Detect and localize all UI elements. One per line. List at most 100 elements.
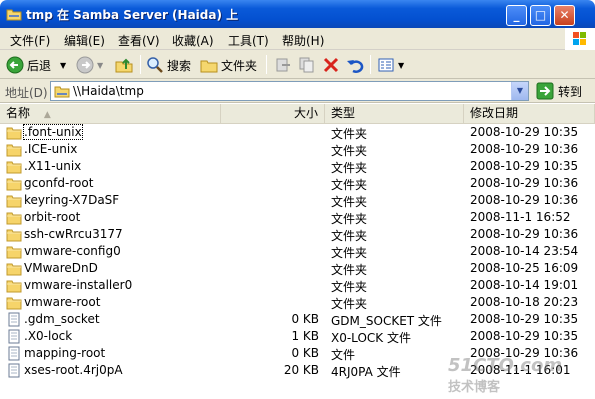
forward-arrow-icon (76, 56, 94, 74)
up-folder-button[interactable] (114, 54, 134, 76)
file-type: 文件夹 (331, 161, 368, 175)
file-row[interactable]: .ICE-unix 文件夹 2008-10-29 10:36 (0, 141, 595, 158)
file-size: 20 KB (283, 363, 319, 377)
file-modified: 2008-10-29 10:36 (470, 176, 579, 190)
file-row[interactable]: VMwareDnD 文件夹 2008-10-25 16:09 (0, 260, 595, 277)
search-button[interactable]: 搜索 (146, 54, 191, 76)
copy-to-button[interactable] (298, 54, 316, 76)
views-button[interactable]: ▼ (377, 54, 404, 76)
go-button[interactable]: 转到 (536, 82, 582, 100)
file-name: orbit-root (24, 210, 81, 224)
file-modified: 2008-10-14 23:54 (470, 244, 579, 258)
folder-icon (6, 159, 22, 174)
title-bar[interactable]: tmp 在 Samba Server (Haida) 上 _ □ ✕ (0, 0, 595, 28)
file-row[interactable]: gconfd-root 文件夹 2008-10-29 10:36 (0, 175, 595, 192)
file-row[interactable]: .gdm_socket 0 KB GDM_SOCKET 文件 2008-10-29 1… (0, 311, 595, 328)
folders-label: 文件夹 (221, 58, 258, 73)
toolbar-separator (266, 55, 267, 74)
copy-to-icon (299, 57, 314, 73)
column-header-size[interactable]: 大小 (221, 104, 325, 123)
folder-icon (6, 278, 22, 293)
file-row[interactable]: orbit-root 文件夹 2008-11-1 16:52 (0, 209, 595, 226)
file-type: 4RJ0PA 文件 (331, 365, 401, 379)
file-modified: 2008-10-29 10:35 (470, 125, 579, 139)
network-folder-icon (54, 86, 70, 98)
file-modified: 2008-10-29 10:35 (470, 329, 579, 343)
sort-ascending-icon: ▲ (43, 110, 51, 120)
menu-edit[interactable]: 编辑(E) (64, 32, 105, 49)
delete-x-icon (323, 57, 339, 73)
file-modified: 2008-10-25 16:09 (470, 261, 579, 275)
network-folder-icon (6, 9, 22, 21)
menu-bar: 文件(F) 编辑(E) 查看(V) 收藏(A) 工具(T) 帮助(H) (0, 28, 595, 50)
file-icon (6, 329, 22, 344)
file-row[interactable]: ssh-cwRrcu3177 文件夹 2008-10-29 10:36 (0, 226, 595, 243)
file-type: 文件 (331, 348, 356, 362)
file-type: 文件夹 (331, 212, 368, 226)
address-input[interactable]: \\Haida\tmp ▼ (50, 81, 529, 101)
window-title: tmp 在 Samba Server (Haida) 上 (26, 8, 239, 22)
file-name: .ICE-unix (24, 142, 78, 156)
address-bar: 地址(D) \\Haida\tmp ▼ 转到 (0, 79, 595, 103)
minimize-button[interactable]: _ (506, 5, 527, 26)
watermark: 51CTO.com 技术博客 (448, 355, 562, 395)
column-header-type[interactable]: 类型 (325, 104, 464, 123)
file-row[interactable]: vmware-root 文件夹 2008-10-18 20:23 (0, 294, 595, 311)
column-header-modified[interactable]: 修改日期 (464, 104, 595, 123)
file-type: 文件夹 (331, 195, 368, 209)
file-row[interactable]: vmware-installer0 文件夹 2008-10-14 19:01 (0, 277, 595, 294)
file-modified: 2008-10-29 10:36 (470, 227, 579, 241)
file-icon (6, 312, 22, 327)
views-dropdown-icon[interactable]: ▼ (398, 61, 404, 70)
close-button[interactable]: ✕ (554, 5, 575, 26)
maximize-button[interactable]: □ (530, 5, 551, 26)
file-name: ssh-cwRrcu3177 (24, 227, 123, 241)
folder-icon (6, 244, 22, 259)
undo-button[interactable] (346, 54, 364, 76)
folder-icon (6, 295, 22, 310)
file-name: xses-root.4rj0pA (24, 363, 123, 377)
toolbar-separator (370, 55, 371, 74)
watermark-line1: 51CTO.com (448, 355, 563, 376)
file-type: 文件夹 (331, 280, 368, 294)
back-button[interactable]: 后退 ▼ (6, 54, 66, 76)
file-row[interactable]: .X11-unix 文件夹 2008-10-29 10:35 (0, 158, 595, 175)
menu-favorites[interactable]: 收藏(A) (172, 32, 214, 49)
folder-icon (6, 142, 22, 157)
folders-button[interactable]: 文件夹 (200, 54, 257, 76)
menu-file[interactable]: 文件(F) (10, 32, 50, 49)
file-name: vmware-config0 (24, 244, 121, 258)
file-type: 文件夹 (331, 127, 368, 141)
folder-icon (6, 227, 22, 242)
forward-dropdown-icon[interactable]: ▼ (97, 61, 103, 70)
file-row[interactable]: .font-unix 文件夹 2008-10-29 10:35 (0, 124, 595, 141)
folder-icon (6, 193, 22, 208)
file-modified: 2008-11-1 16:52 (470, 210, 571, 224)
search-label: 搜索 (167, 58, 192, 73)
back-dropdown-icon[interactable]: ▼ (60, 61, 66, 70)
file-modified: 2008-10-29 10:35 (470, 159, 579, 173)
delete-button[interactable] (322, 54, 340, 76)
column-header-name[interactable]: 名称 ▲ (0, 104, 221, 123)
views-icon (378, 58, 394, 72)
file-row[interactable]: .X0-lock 1 KB X0-LOCK 文件 2008-10-29 10:35 (0, 328, 595, 345)
menu-tools[interactable]: 工具(T) (228, 32, 269, 49)
file-row[interactable]: vmware-config0 文件夹 2008-10-14 23:54 (0, 243, 595, 260)
file-modified: 2008-10-14 19:01 (470, 278, 579, 292)
address-dropdown-icon[interactable]: ▼ (511, 82, 528, 100)
menu-view[interactable]: 查看(V) (118, 32, 160, 49)
back-arrow-icon (6, 56, 24, 74)
forward-button[interactable]: ▼ (76, 54, 103, 76)
file-type: 文件夹 (331, 246, 368, 260)
file-icon (6, 363, 22, 378)
menu-help[interactable]: 帮助(H) (282, 32, 324, 49)
folder-icon (6, 261, 22, 276)
file-type: 文件夹 (331, 178, 368, 192)
file-row[interactable]: keyring-X7DaSF 文件夹 2008-10-29 10:36 (0, 192, 595, 209)
file-modified: 2008-10-29 10:36 (470, 193, 579, 207)
move-to-icon (276, 58, 290, 72)
move-to-button[interactable] (274, 54, 292, 76)
file-modified: 2008-10-18 20:23 (470, 295, 579, 309)
folder-icon (6, 125, 22, 140)
file-size: 1 KB (291, 329, 319, 343)
